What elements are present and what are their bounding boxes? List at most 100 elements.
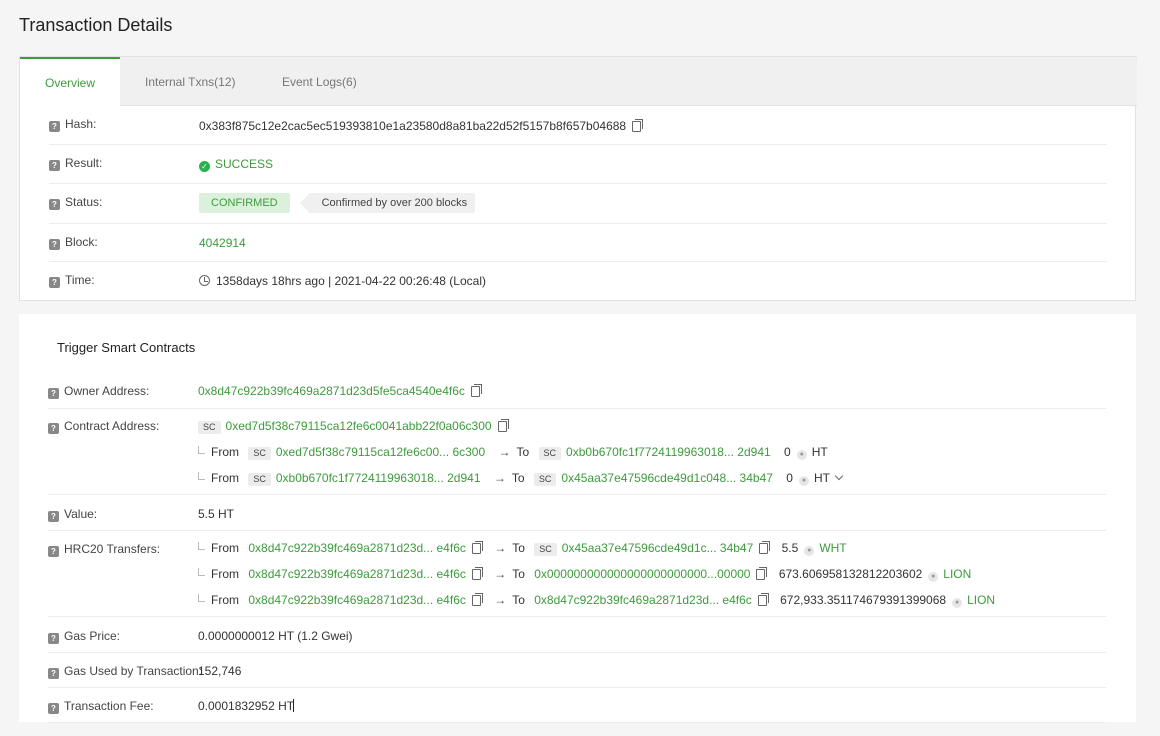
copy-icon[interactable] xyxy=(759,541,771,554)
hrc20-transfer-row: From 0x8d47c922b39fc469a2871d23d... e4f6… xyxy=(198,541,847,556)
contract-card: Trigger Smart Contracts ? Owner Address: … xyxy=(19,314,1136,723)
clock-icon xyxy=(199,275,210,286)
help-icon[interactable]: ? xyxy=(49,199,60,210)
help-icon[interactable]: ? xyxy=(48,511,59,522)
fee-label: Transaction Fee: xyxy=(64,699,154,713)
transfer-amount: 673.606958132812203602 xyxy=(778,567,923,581)
help-icon[interactable]: ? xyxy=(48,703,59,714)
sc-tag: SC xyxy=(198,421,221,434)
text-cursor xyxy=(293,699,295,712)
token-link[interactable]: WHT xyxy=(819,541,846,555)
copy-icon[interactable] xyxy=(470,384,482,397)
to-label: To xyxy=(512,567,525,581)
gas-price-label: Gas Price: xyxy=(64,629,121,643)
from-address-link[interactable]: 0x8d47c922b39fc469a2871d23d... e4f6c xyxy=(248,567,466,581)
token-symbol: HT xyxy=(813,471,830,485)
contract-address-label: Contract Address: xyxy=(64,419,160,433)
from-label: From xyxy=(211,567,239,581)
block-link[interactable]: 4042914 xyxy=(199,236,246,250)
help-icon[interactable]: ? xyxy=(49,121,60,132)
copy-icon[interactable] xyxy=(471,541,483,554)
gas-used-value: 152,746 xyxy=(198,664,242,678)
help-icon[interactable]: ? xyxy=(48,668,59,679)
time-label: Time: xyxy=(65,273,95,287)
to-address-link[interactable]: 0x000000000000000000000000...00000 xyxy=(534,567,750,581)
page-title: Transaction Details xyxy=(19,15,173,35)
sc-tag: SC xyxy=(533,473,557,486)
overview-card: Overview Internal Txns(12) Event Logs(6)… xyxy=(19,56,1137,301)
to-address-link[interactable]: 0x8d47c922b39fc469a2871d23d... e4f6c xyxy=(534,593,752,607)
gas-used-row: ? Gas Used by Transaction: 152,746 xyxy=(48,653,1106,688)
copy-icon[interactable] xyxy=(632,119,644,132)
time-row: ? Time: 1358days 18hrs ago | 2021-04-22 0… xyxy=(49,262,1107,300)
result-row: ? Result: ✓ SUCCESS xyxy=(49,145,1107,184)
copy-icon[interactable] xyxy=(471,567,483,580)
token-icon: ● xyxy=(798,476,809,486)
tree-connector xyxy=(198,594,205,602)
hash-row: ? Hash: 0x383f875c12e2cac5ec519393810e1a2… xyxy=(49,106,1107,145)
transfer-amount: 0 xyxy=(786,471,793,485)
from-label: From xyxy=(211,445,239,459)
chevron-down-icon[interactable] xyxy=(834,471,844,481)
result-label: Result: xyxy=(65,156,103,170)
contract-address-row: ? Contract Address: SC 0xed7d5f38c79115ca1… xyxy=(48,409,1106,495)
tab-event-logs[interactable]: Event Logs(6) xyxy=(282,57,357,107)
check-circle-icon: ✓ xyxy=(199,161,210,172)
help-icon[interactable]: ? xyxy=(48,423,59,434)
transfer-amount: 5.5 xyxy=(781,541,799,555)
to-label: To xyxy=(512,593,525,607)
value-row: ? Value: 5.5 HT xyxy=(48,495,1106,531)
internal-transfer-row: From SC 0xed7d5f38c79115ca12fe6c00... 6c3… xyxy=(198,445,828,460)
to-address-link[interactable]: 0x45aa37e47596cde49d1c... 34b47 xyxy=(562,541,754,555)
help-icon[interactable]: ? xyxy=(48,633,59,644)
internal-transfer-row: From SC 0xb0b670fc1f7724119963018... 2d94… xyxy=(198,471,844,486)
to-label: To xyxy=(511,471,525,485)
help-icon[interactable]: ? xyxy=(49,160,60,171)
contract-address-link[interactable]: 0xed7d5f38c79115ca12fe6c0041abb22f0a06c3… xyxy=(226,419,492,433)
gas-price-row: ? Gas Price: 0.0000000012 HT (1.2 Gwei) xyxy=(48,617,1106,653)
help-icon[interactable]: ? xyxy=(48,546,59,557)
to-label: To xyxy=(516,445,530,459)
from-address-link[interactable]: 0xb0b670fc1f7724119963018... 2d941 xyxy=(276,471,481,485)
time-value: 1358days 18hrs ago | 2021-04-22 00:26:48… xyxy=(216,274,486,288)
tab-overview[interactable]: Overview xyxy=(20,57,120,108)
from-address-link[interactable]: 0xed7d5f38c79115ca12fe6c00... 6c300 xyxy=(276,445,485,459)
from-address-link[interactable]: 0x8d47c922b39fc469a2871d23d... e4f6c xyxy=(248,593,466,607)
to-address-link[interactable]: 0x45aa37e47596cde49d1c048... 34b47 xyxy=(561,471,773,485)
from-label: From xyxy=(211,471,239,485)
owner-address-link[interactable]: 0x8d47c922b39fc469a2871d23d5fe5ca4540e4f… xyxy=(198,384,465,398)
result-value: SUCCESS xyxy=(215,157,274,171)
arrow-right-icon: → xyxy=(494,567,507,581)
token-link[interactable]: LION xyxy=(967,593,995,607)
copy-icon[interactable] xyxy=(497,419,509,432)
owner-row: ? Owner Address: 0x8d47c922b39fc469a2871d… xyxy=(48,374,1106,409)
value-amount: 5.5 HT xyxy=(198,507,235,521)
from-address-link[interactable]: 0x8d47c922b39fc469a2871d23d... e4f6c xyxy=(248,541,466,555)
token-link[interactable]: LION xyxy=(943,567,971,581)
section-title: Trigger Smart Contracts xyxy=(57,340,196,355)
token-icon: ● xyxy=(952,598,963,608)
tab-internal-txns[interactable]: Internal Txns(12) xyxy=(145,57,236,107)
sc-tag: SC xyxy=(248,447,271,460)
copy-icon[interactable] xyxy=(756,567,768,580)
gas-price-value: 0.0000000012 HT (1.2 Gwei) xyxy=(198,629,353,643)
tab-bar: Overview Internal Txns(12) Event Logs(6) xyxy=(20,56,1137,108)
token-symbol: HT xyxy=(811,445,828,459)
sc-tag: SC xyxy=(538,447,562,460)
from-label: From xyxy=(211,593,239,607)
help-icon[interactable]: ? xyxy=(49,239,60,250)
help-icon[interactable]: ? xyxy=(49,277,60,288)
arrow-right-icon: → xyxy=(494,593,507,607)
arrow-right-icon: → xyxy=(494,541,507,555)
copy-icon[interactable] xyxy=(471,593,483,606)
arrow-right-icon: → xyxy=(498,445,511,459)
tree-connector xyxy=(198,472,205,480)
value-label: Value: xyxy=(64,507,98,521)
hash-value: 0x383f875c12e2cac5ec519393810e1a23580d8a… xyxy=(199,119,627,133)
help-icon[interactable]: ? xyxy=(48,388,59,399)
gas-used-label: Gas Used by Transaction: xyxy=(64,664,203,678)
transfer-amount: 0 xyxy=(784,445,791,459)
transfer-amount: 672,933.351174679391399068 xyxy=(780,593,947,607)
to-address-link[interactable]: 0xb0b670fc1f7724119963018... 2d941 xyxy=(566,445,771,459)
copy-icon[interactable] xyxy=(757,593,769,606)
